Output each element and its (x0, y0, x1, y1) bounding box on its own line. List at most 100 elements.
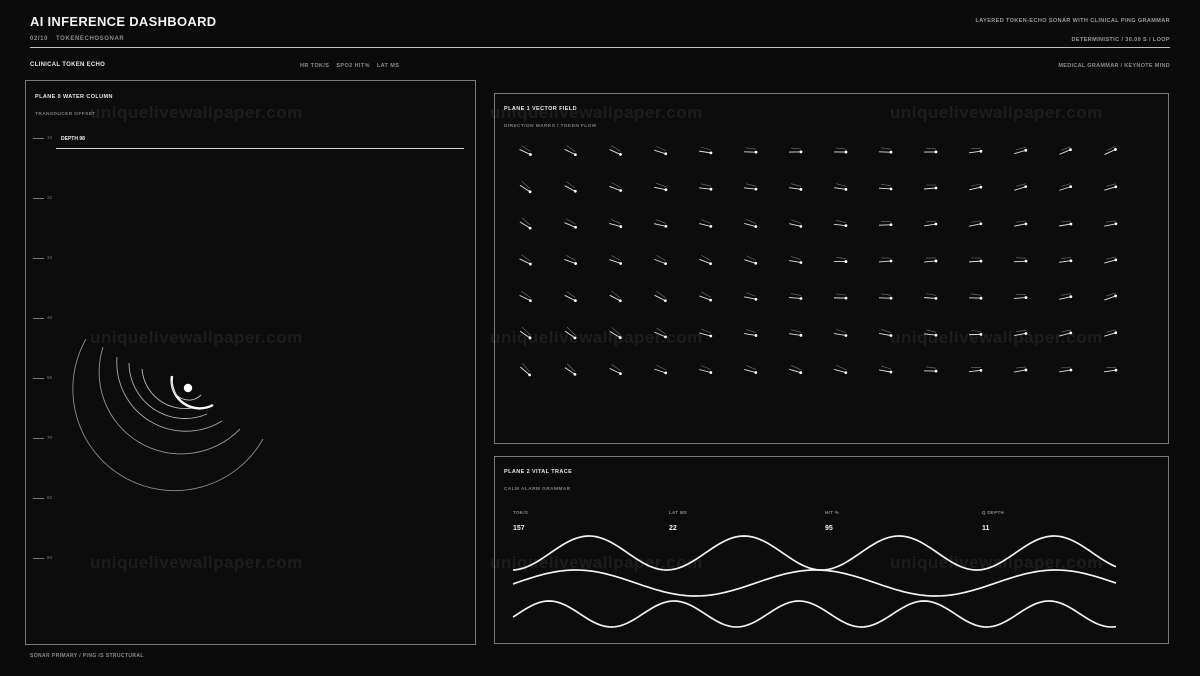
watermark: uniquelivewallpaper.com (490, 103, 703, 122)
vector-mark (519, 145, 532, 156)
vital-wave-1 (512, 569, 1117, 597)
vector-mark (788, 329, 803, 337)
vector-mark (564, 181, 577, 193)
vector-mark (1013, 257, 1028, 263)
vector-mark (1104, 292, 1118, 301)
vector-mark (564, 291, 577, 303)
vector-mark (654, 183, 668, 192)
vector-mark (1014, 220, 1028, 227)
vector-mark (788, 293, 803, 300)
vector-mark (699, 219, 713, 228)
vector-mark (609, 145, 622, 156)
watermark: uniquelivewallpaper.com (490, 328, 703, 347)
vector-mark (1013, 294, 1028, 299)
vector-mark (1058, 257, 1073, 263)
plane-2-panel: PLANE 2 VITAL TRACE CALM ALARM GRAMMAR T… (494, 456, 1169, 644)
vector-mark (878, 220, 893, 227)
watermark: uniquelivewallpaper.com (890, 328, 1103, 347)
metric-hr: HR TOK/S (300, 63, 330, 69)
vector-mark (923, 147, 938, 154)
vector-mark (878, 183, 893, 191)
dashboard-tagline: LAYERED TOKEN-ECHO SONAR WITH CLINICAL P… (975, 18, 1170, 24)
vector-mark (923, 184, 938, 190)
vector-mark (609, 219, 623, 228)
vector-mark (1103, 366, 1118, 373)
section-meta: MEDICAL GRAMMAR / KEYNOTE MIND (1058, 63, 1170, 69)
vector-mark (609, 364, 622, 376)
vector-mark (968, 293, 983, 300)
vector-mark (699, 291, 713, 302)
vector-mark (1059, 366, 1073, 373)
vector-mark (788, 183, 803, 191)
vector-mark (519, 181, 532, 194)
vital-wave-2 (512, 600, 1117, 628)
vector-mark (923, 366, 938, 373)
vector-mark (834, 365, 848, 375)
vector-mark (743, 183, 758, 191)
vector-mark (789, 365, 803, 375)
vector-mark (744, 292, 758, 301)
vector-mark (564, 218, 577, 229)
vector-mark (519, 291, 532, 303)
vector-mark (789, 256, 803, 264)
vector-mark (968, 367, 983, 373)
vector-mark (923, 257, 938, 263)
vector-mark (609, 255, 623, 265)
watermark: uniquelivewallpaper.com (890, 103, 1103, 122)
watermark: uniquelivewallpaper.com (90, 553, 303, 572)
vector-mark (968, 147, 983, 154)
vector-mark (968, 257, 983, 263)
vector-mark (1104, 146, 1117, 155)
watermark: uniquelivewallpaper.com (90, 103, 303, 122)
vector-mark (969, 220, 983, 227)
vector-mark (698, 146, 713, 155)
breadcrumb: 02/10 TOKENECHOSONAR (30, 36, 124, 42)
vector-mark (1014, 366, 1028, 373)
sonar-ping-dot (183, 383, 193, 393)
vector-mark (1014, 147, 1028, 155)
vector-mark (879, 365, 893, 374)
vector-mark (609, 290, 622, 303)
vector-mark (744, 329, 758, 337)
vector-mark (654, 145, 668, 156)
vector-mark (699, 255, 712, 266)
vector-mark (654, 255, 668, 266)
vector-field (519, 145, 1118, 377)
vector-mark (1104, 183, 1118, 191)
vital-trace-waves (512, 535, 1117, 628)
vector-mark (1014, 183, 1028, 191)
breadcrumb-name: TOKENECHOSONAR (56, 36, 125, 42)
vector-mark (654, 219, 668, 228)
vector-mark (878, 257, 893, 263)
vector-mark (564, 363, 577, 376)
vector-mark (744, 365, 758, 374)
vector-mark (564, 255, 578, 265)
metric-lat: LAT MS (376, 63, 400, 69)
vector-mark (744, 219, 758, 228)
vector-mark (743, 147, 758, 154)
header-divider (30, 47, 1170, 48)
vector-mark (519, 217, 532, 230)
vector-mark (878, 147, 893, 154)
vector-mark (833, 147, 848, 154)
vector-mark (564, 145, 577, 157)
vector-mark (789, 219, 803, 228)
vector-mark (833, 220, 848, 228)
vector-mark (609, 182, 623, 192)
metric-spo2: SPO2 HIT% (336, 63, 370, 69)
vector-mark (969, 183, 983, 191)
vector-mark (1104, 220, 1118, 227)
vector-mark (1059, 293, 1073, 300)
vector-mark (699, 365, 713, 374)
watermark: uniquelivewallpaper.com (890, 553, 1103, 572)
vector-mark (924, 220, 938, 227)
vector-mark (878, 293, 893, 300)
vector-mark (834, 329, 848, 337)
vector-mark (788, 147, 803, 154)
run-status: DETERMINISTIC / 30.00 S / LOOP (1071, 37, 1170, 43)
vector-mark (654, 364, 668, 375)
dashboard-title: AI INFERENCE DASHBOARD (30, 14, 217, 29)
vector-mark (520, 362, 531, 377)
vector-mark (833, 257, 848, 263)
sonar-echo-primary (170, 375, 214, 410)
